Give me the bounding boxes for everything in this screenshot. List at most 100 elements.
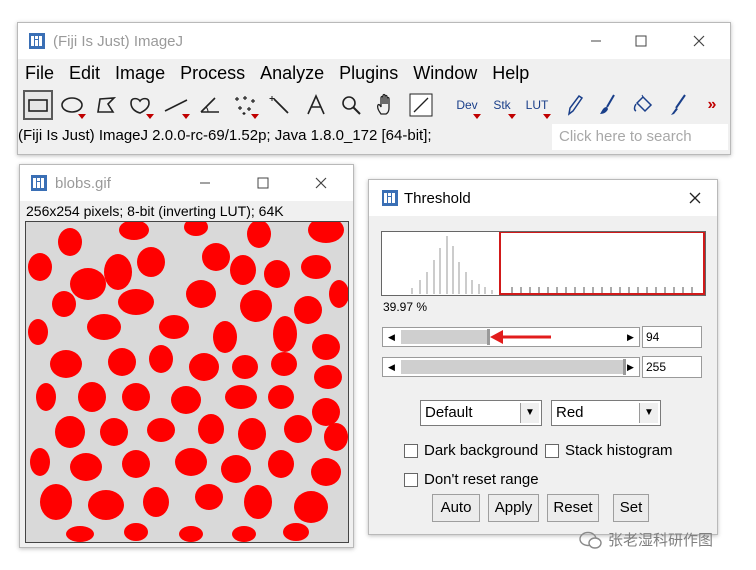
blobs-title-bar[interactable]: blobs.gif [20,165,353,201]
close-icon [693,35,705,47]
text-tool[interactable] [301,90,331,120]
close-button[interactable] [680,186,710,210]
point-tool-icon [235,96,255,115]
close-icon [315,177,327,189]
close-button[interactable] [306,171,336,195]
angle-tool[interactable] [195,90,225,120]
search-input[interactable]: Click here to search [552,124,728,150]
thresholded-blob [87,314,121,340]
lower-threshold-value[interactable]: 94 [642,326,702,348]
image-info-text: 256x254 pixels; 8-bit (inverting LUT); 6… [26,203,284,219]
thresholded-blob [294,296,322,324]
pipette-tool[interactable] [663,90,693,120]
upper-threshold-value[interactable]: 255 [642,356,702,378]
minimize-button[interactable] [190,171,220,195]
thresholded-blob [264,260,290,288]
main-title-bar[interactable]: (Fiji Is Just) ImageJ [18,23,730,59]
maximize-button[interactable] [626,29,656,53]
threshold-window-title: Threshold [404,190,471,207]
lut-tool[interactable]: LUT [522,90,552,120]
slider-left-arrow-icon[interactable]: ◀ [383,358,400,376]
menu-file[interactable]: File [18,61,62,85]
thresholded-blob [159,315,189,339]
thresholded-blob [311,458,341,486]
freehand-tool-icon [130,97,150,114]
threshold-title-bar[interactable]: Threshold [369,180,717,216]
thresholded-blob [284,415,312,443]
menu-process[interactable]: Process [173,61,253,85]
wechat-icon [579,531,602,549]
menu-window[interactable]: Window [406,61,485,85]
menu-help[interactable]: Help [485,61,537,85]
upper-threshold-slider[interactable]: ◀ ▶ [382,357,640,377]
thresholded-blob [143,487,169,517]
status-bar: (Fiji Is Just) ImageJ 2.0.0-rc-69/1.52p;… [18,127,432,144]
color-picker-tool[interactable] [406,90,436,120]
threshold-dialog: Threshold 39.97 % ◀ ▶ 94 ◀ ▶ 255 Default… [368,179,718,535]
minimize-button[interactable] [581,29,611,53]
thresholded-blob [171,386,201,414]
pencil-tool[interactable] [559,90,589,120]
stk-tool[interactable]: Stk [487,90,517,120]
thresholded-blob [40,484,72,520]
maximize-button[interactable] [248,171,278,195]
oval-tool-icon [61,97,83,113]
thresholded-blob [221,455,251,483]
thresholded-blob [147,418,175,442]
thresholded-blob [137,247,165,277]
polygon-tool[interactable] [91,90,121,120]
thresholded-blob [58,228,82,256]
slider-right-arrow-icon[interactable]: ▶ [622,358,639,376]
wand-tool[interactable] [265,90,295,120]
rectangle-tool-icon [28,99,48,112]
dev-tool[interactable]: Dev [452,90,482,120]
maximize-icon [257,177,269,189]
stack-histogram-checkbox[interactable]: Stack histogram [545,442,673,459]
thresholded-blobs-image [28,222,348,542]
more-tools-button[interactable]: » [697,90,727,120]
text-tool-icon [307,94,325,115]
image-canvas[interactable] [25,221,349,543]
checkbox-box[interactable] [404,443,418,458]
paintbrush-tool[interactable] [593,90,623,120]
image-window-title: blobs.gif [55,175,111,192]
slider-track [401,360,623,374]
thresholded-blob [100,418,128,446]
point-tool[interactable] [230,90,260,120]
dont-reset-range-checkbox[interactable]: Don't reset range [404,471,539,488]
checkbox-box[interactable] [404,472,418,487]
menu-image[interactable]: Image [108,61,173,85]
slider-right-arrow-icon[interactable]: ▶ [622,328,639,346]
set-button[interactable]: Set [613,494,649,522]
reset-button[interactable]: Reset [547,494,599,522]
auto-button[interactable]: Auto [432,494,480,522]
pencil-tool-icon [567,94,584,116]
menu-plugins[interactable]: Plugins [332,61,406,85]
thresholded-blob [184,222,208,236]
apply-button[interactable]: Apply [488,494,539,522]
menu-analyze[interactable]: Analyze [253,61,332,85]
thresholded-blob [78,382,106,412]
checkbox-box[interactable] [545,443,559,458]
oval-tool[interactable] [57,90,87,120]
method-select[interactable]: Default ▼ [420,400,542,426]
thresholded-blob [225,385,257,409]
close-button[interactable] [684,29,714,53]
display-select[interactable]: Red ▼ [551,400,661,426]
chevron-down-icon: ▼ [639,403,658,423]
menu-edit[interactable]: Edit [62,61,108,85]
magnifier-tool[interactable] [336,90,366,120]
magnifier-tool-icon [342,96,361,115]
thresholded-blob [301,255,331,279]
close-icon [689,192,701,204]
line-tool[interactable] [161,90,191,120]
thresholded-blob [271,352,297,376]
watermark: 张老湿科研作图 [578,529,713,550]
flood-fill-tool[interactable] [628,90,658,120]
slider-left-arrow-icon[interactable]: ◀ [383,328,400,346]
freehand-tool[interactable] [125,90,155,120]
rectangle-tool[interactable] [23,90,53,120]
thresholded-blob [294,491,328,523]
hand-tool[interactable] [371,90,401,120]
dark-background-checkbox[interactable]: Dark background [404,442,538,459]
